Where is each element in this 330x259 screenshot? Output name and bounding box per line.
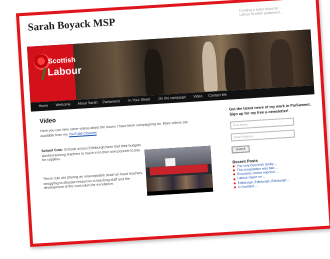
email-field[interactable]: Email Address [230, 129, 296, 142]
logo-text-scottish: Scottish [47, 56, 76, 66]
sidebar: Get the latest news of my work in Parlia… [229, 102, 320, 190]
person-silhouette [269, 38, 294, 88]
site-tagline: Creating a better place for ... Labour S… [239, 4, 311, 17]
nav-item-contact[interactable]: Contact Me [208, 92, 227, 97]
person-silhouette [223, 47, 247, 91]
youtube-channel-link[interactable]: YouTube Channel [69, 130, 97, 136]
screenshot-card: Sarah Boyack MSP Creating a better place… [15, 0, 330, 247]
logo-text-labour: Labour [47, 65, 82, 79]
nav-item-parliament[interactable]: Parliament [102, 99, 119, 104]
site-title[interactable]: Sarah Boyack MSP [28, 17, 116, 33]
school-cuts-text: Schools across Edinburgh have had their … [41, 142, 142, 163]
bullet-icon [233, 182, 236, 185]
recent-post-label: in Scotland ... [237, 184, 259, 190]
nav-item-about[interactable]: About Sarah [77, 100, 97, 105]
nav-item-in-your-street[interactable]: In Your Street [128, 97, 150, 102]
person-silhouette [201, 41, 219, 93]
bullet-icon [233, 173, 236, 176]
intro-body: Here you can view some videos about the … [40, 120, 188, 138]
intro-text: Here you can view some videos about the … [40, 120, 188, 138]
school-cuts-paragraph: School Cuts: Schools across Edinburgh ha… [41, 143, 142, 163]
school-cuts-paragraph-2: These cuts are placing an unacceptable s… [42, 170, 143, 191]
bullet-icon [233, 177, 236, 181]
bullet-icon [232, 169, 236, 172]
first-name-field[interactable]: First Name [229, 117, 295, 130]
nav-item-welcome[interactable]: Welcome [55, 102, 70, 107]
bullet-icon [232, 165, 235, 168]
person-silhouette [143, 48, 165, 96]
submit-button[interactable]: Submit [231, 144, 250, 154]
newsletter-heading: Get the latest news of my work in Parlia… [229, 102, 311, 117]
nav-item-video[interactable]: Video [193, 94, 202, 99]
embedded-video[interactable] [144, 145, 214, 196]
bullet-icon [233, 186, 237, 189]
page-title: Video [39, 118, 57, 126]
nav-item-home[interactable]: Home [39, 103, 49, 108]
scottish-labour-logo[interactable]: Scottish Labour [27, 43, 82, 103]
nav-item-campaign[interactable]: On the campaign [158, 95, 186, 101]
